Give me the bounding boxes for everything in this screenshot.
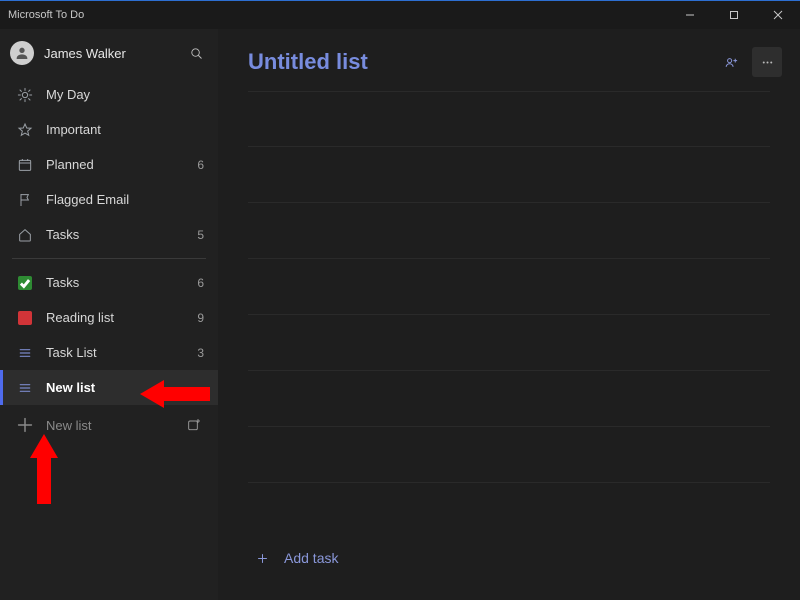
task-slot	[248, 371, 770, 427]
maximize-button[interactable]	[712, 1, 756, 29]
titlebar: Microsoft To Do	[0, 1, 800, 29]
list-item[interactable]: Reading list 9	[0, 300, 218, 335]
more-options-button[interactable]	[752, 47, 782, 77]
sidebar-item-label: Tasks	[46, 227, 190, 242]
sidebar-item-flagged[interactable]: Flagged Email	[0, 182, 218, 217]
list-title[interactable]: Untitled list	[248, 49, 710, 75]
list-header: Untitled list	[218, 29, 800, 87]
smart-lists: My Day Important Planned 6	[0, 77, 218, 252]
task-slot	[248, 315, 770, 371]
profile-name: James Walker	[44, 46, 182, 61]
count-badge: 9	[190, 311, 204, 325]
list-item-selected[interactable]: New list	[0, 370, 218, 405]
new-list-label: New list	[46, 418, 180, 433]
task-slot	[248, 91, 770, 147]
sidebar: James Walker My Day Importan	[0, 29, 218, 600]
close-button[interactable]	[756, 1, 800, 29]
sidebar-item-label: Flagged Email	[46, 192, 190, 207]
sidebar-item-label: Important	[46, 122, 190, 137]
profile-row[interactable]: James Walker	[0, 29, 218, 77]
main-panel: Untitled list	[218, 29, 800, 600]
user-lists: Tasks 6 Reading list 9 Task List 3	[0, 265, 218, 405]
sidebar-divider	[12, 258, 206, 259]
add-task-label: Add task	[284, 550, 338, 566]
app-window: Microsoft To Do James Walker	[0, 0, 800, 600]
home-icon	[14, 227, 36, 243]
sidebar-item-label: Planned	[46, 157, 190, 172]
sidebar-item-myday[interactable]: My Day	[0, 77, 218, 112]
list-item[interactable]: Tasks 6	[0, 265, 218, 300]
count-badge: 5	[190, 228, 204, 242]
task-slot	[248, 147, 770, 203]
app-title: Microsoft To Do	[8, 9, 668, 21]
search-icon[interactable]	[182, 46, 210, 61]
sidebar-item-label: My Day	[46, 87, 190, 102]
list-item-label: Tasks	[46, 275, 190, 290]
task-slot	[248, 427, 770, 483]
add-task-button[interactable]: Add task	[248, 534, 770, 582]
calendar-icon	[14, 157, 36, 173]
minimize-button[interactable]	[668, 1, 712, 29]
task-slot	[248, 203, 770, 259]
list-item-label: Task List	[46, 345, 190, 360]
list-icon	[14, 380, 36, 396]
list-icon	[14, 345, 36, 361]
flag-icon	[14, 192, 36, 208]
sidebar-item-tasks[interactable]: Tasks 5	[0, 217, 218, 252]
avatar	[10, 41, 34, 65]
check-icon	[14, 311, 36, 325]
plus-icon	[14, 414, 36, 436]
new-list-button[interactable]: New list	[0, 405, 218, 445]
list-item-label: Reading list	[46, 310, 190, 325]
sidebar-item-important[interactable]: Important	[0, 112, 218, 147]
window-controls	[668, 1, 800, 29]
count-badge: 6	[190, 158, 204, 172]
new-group-button[interactable]	[180, 417, 208, 433]
list-item-label: New list	[46, 380, 190, 395]
count-badge: 3	[190, 346, 204, 360]
share-button[interactable]	[716, 47, 746, 77]
sun-icon	[14, 87, 36, 103]
count-badge: 6	[190, 276, 204, 290]
list-item[interactable]: Task List 3	[0, 335, 218, 370]
check-icon	[14, 276, 36, 290]
sidebar-item-planned[interactable]: Planned 6	[0, 147, 218, 182]
plus-icon	[248, 551, 276, 566]
star-icon	[14, 122, 36, 138]
task-slot	[248, 259, 770, 315]
task-area	[218, 87, 800, 528]
